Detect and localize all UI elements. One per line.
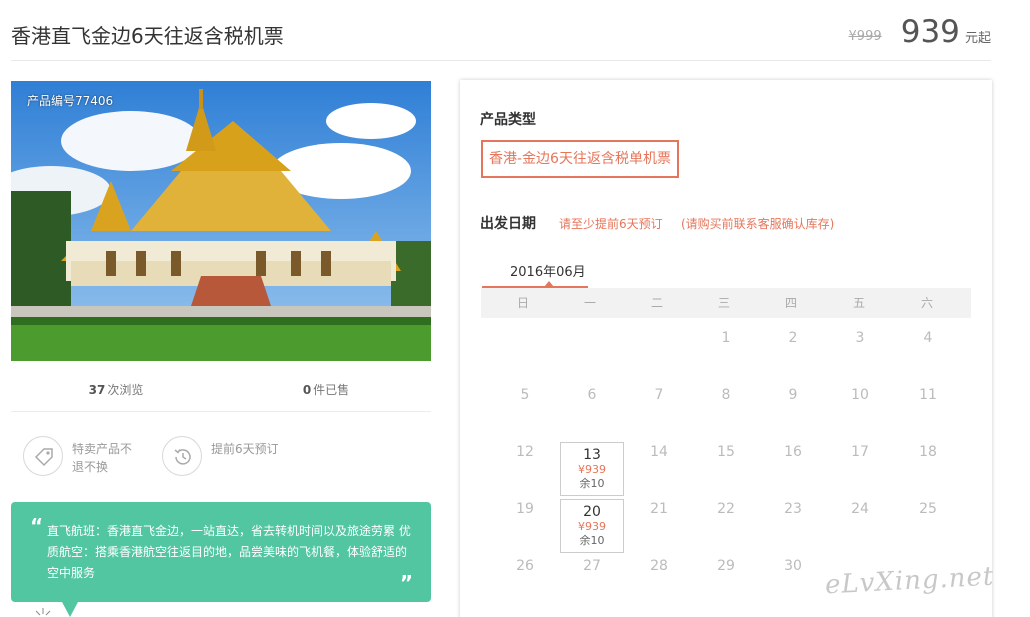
clock-history-icon (174, 449, 191, 465)
calendar-day-8: 8 (721, 387, 731, 403)
calendar-day-23: 23 (784, 501, 802, 517)
product-photo: 产品编号77406 (11, 81, 431, 361)
product-type-label: 产品类型 (480, 112, 536, 128)
original-price: ¥999 (848, 29, 882, 44)
weekday-tue: 二 (650, 296, 663, 310)
day-number: 13 (583, 447, 601, 463)
calendar-day-26: 26 (516, 558, 534, 574)
calendar-day-29: 29 (717, 558, 735, 574)
description-bubble: “ 直飞航班：香港直飞金边，一站直达，省去转机时间以及旅途劳累 优质航空：搭乘香… (11, 502, 431, 602)
calendar-day-14: 14 (650, 444, 668, 460)
calendar-day-6: 6 (587, 387, 597, 403)
calendar-day-10: 10 (851, 387, 869, 403)
temple-image (11, 81, 431, 361)
calendar-day-18: 18 (919, 444, 937, 460)
advance-booking-tip: 请至少提前6天预订 (559, 217, 663, 231)
day-stock: 余10 (579, 477, 605, 490)
product-stats: 37 次浏览 0 件已售 (11, 362, 431, 412)
price-box: ¥999 939 元起 (849, 14, 991, 50)
stock-confirm-tip: (请购买前联系客服确认库存) (681, 217, 835, 231)
close-quote-icon: ” (399, 571, 413, 595)
feature-text: 提前6天预订 (211, 442, 279, 456)
feature-icon-circle (23, 436, 63, 476)
month-tab[interactable]: 2016年06月 (482, 261, 588, 288)
weekday-sat: 六 (920, 296, 933, 310)
page-title: 香港直飞金边6天往返含税机票 (11, 24, 284, 48)
open-quote-icon: “ (30, 514, 44, 538)
feature-text: 特卖产品不退不换 (72, 442, 133, 474)
month-tab-indicator (544, 281, 554, 287)
product-number: 产品编号77406 (27, 94, 114, 108)
calendar-day-28: 28 (650, 558, 668, 574)
calendar-day-3: 3 (855, 330, 865, 346)
sold-stat: 0 件已售 (221, 381, 431, 398)
views-stat: 37 次浏览 (11, 381, 221, 398)
current-price: 939 (900, 14, 960, 50)
sold-count: 0 (302, 383, 312, 397)
calendar-day-16: 16 (784, 444, 802, 460)
views-label: 次浏览 (107, 383, 144, 397)
calendar-day-24: 24 (851, 501, 869, 517)
booking-panel: 产品类型 香港-金边6天往返含税单机票 出发日期 请至少提前6天预订 (请购买前… (460, 80, 992, 617)
calendar-day-12: 12 (516, 444, 534, 460)
calendar-day-5: 5 (520, 387, 530, 403)
calendar-day-15: 15 (717, 444, 735, 460)
calendar-day-11: 11 (919, 387, 937, 403)
calendar-day-20[interactable]: 20 ¥939 余10 (560, 499, 624, 553)
feature-icon-circle (162, 436, 202, 476)
weekday-fri: 五 (852, 296, 865, 310)
price-unit: 元起 (964, 31, 991, 46)
views-count: 37 (88, 383, 106, 397)
day-price: ¥939 (578, 520, 606, 533)
tag-icon (34, 448, 53, 467)
calendar-day-19: 19 (516, 501, 534, 517)
sold-label: 件已售 (313, 383, 350, 397)
calendar-day-27: 27 (583, 558, 601, 574)
day-price: ¥939 (578, 463, 606, 476)
product-header: 香港直飞金边6天往返含税机票 ¥999 939 元起 (11, 0, 991, 61)
calendar-day-7: 7 (654, 387, 664, 403)
weekday-thu: 四 (784, 296, 797, 310)
departure-date-label: 出发日期 (480, 216, 536, 232)
calendar-day-9: 9 (788, 387, 798, 403)
weekday-mon: 一 (583, 296, 596, 310)
weekday-sun: 日 (516, 296, 529, 310)
product-type-option[interactable]: 香港-金边6天往返含税单机票 (481, 140, 679, 178)
calendar-day-22: 22 (717, 501, 735, 517)
day-number: 20 (583, 504, 601, 520)
weekday-wed: 三 (717, 296, 730, 310)
calendar-day-21: 21 (650, 501, 668, 517)
calendar-day-4: 4 (923, 330, 933, 346)
calendar-day-17: 17 (851, 444, 869, 460)
calendar-day-25: 25 (919, 501, 937, 517)
day-stock: 余10 (579, 534, 605, 547)
calendar-day-2: 2 (788, 330, 798, 346)
calendar-day-13[interactable]: 13 ¥939 余10 (560, 442, 624, 496)
calendar-day-1: 1 (721, 330, 731, 346)
weekday-header: 日 一 二 三 四 五 六 (481, 288, 971, 318)
sun-icon (35, 608, 51, 616)
bubble-tail (62, 602, 78, 617)
calendar-day-30: 30 (784, 558, 802, 574)
description-text: 直飞航班：香港直飞金边，一站直达，省去转机时间以及旅途劳累 优质航空：搭乘香港航… (47, 524, 411, 580)
